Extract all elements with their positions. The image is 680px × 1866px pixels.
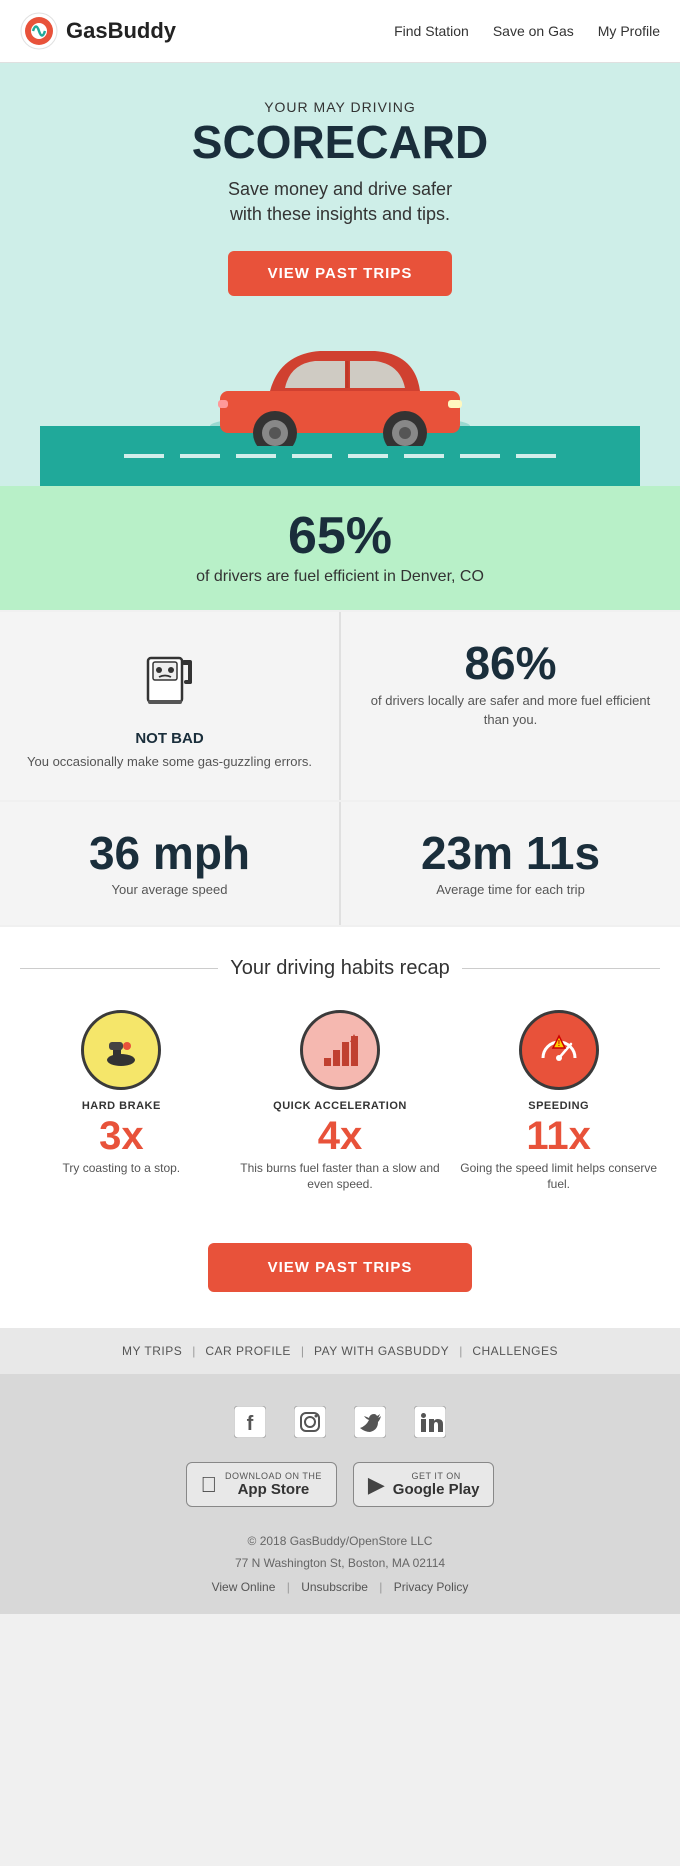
avg-time-value: 23m 11s	[361, 830, 660, 876]
svg-text:!: !	[557, 1039, 560, 1048]
hard-brake-count: 3x	[99, 1116, 144, 1156]
hero-section: YOUR MAY DRIVING SCORECARD Save money an…	[0, 63, 680, 486]
hero-description: Save money and drive saferwith these ins…	[40, 177, 640, 227]
driver-percentage: 86%	[361, 640, 660, 686]
driver-pct-cell: 86% of drivers locally are safer and mor…	[341, 612, 680, 799]
hard-brake-label: HARD BRAKE	[82, 1100, 161, 1112]
avg-speed-value: 36 mph	[20, 830, 319, 876]
nav-find-station[interactable]: Find Station	[394, 23, 469, 39]
nav-my-profile[interactable]: My Profile	[598, 23, 660, 39]
avg-speed-desc: Your average speed	[20, 882, 319, 897]
gas-pump-icon	[20, 640, 319, 722]
speeding-label: SPEEDING	[528, 1100, 589, 1112]
avg-time-cell: 23m 11s Average time for each trip	[341, 802, 680, 925]
speeding-count: 11x	[526, 1116, 591, 1156]
view-past-trips-button-2[interactable]: VIEW PAST TRIPS	[208, 1243, 473, 1292]
habit-speeding: ! SPEEDING 11x Going the speed limit hel…	[457, 1010, 660, 1194]
footer-nav-my-trips[interactable]: MY TRIPS	[122, 1344, 182, 1358]
footer-sep-2: |	[301, 1344, 304, 1358]
app-store-button[interactable]:  Download on the App Store	[186, 1462, 337, 1507]
footer-nav-car-profile[interactable]: CAR PROFILE	[205, 1344, 291, 1358]
footer-nav-pay[interactable]: PAY WITH GASBUDDY	[314, 1344, 449, 1358]
stats-grid-bottom: 36 mph Your average speed 23m 11s Averag…	[0, 802, 680, 925]
linkedin-icon[interactable]	[410, 1402, 450, 1442]
header: GasBuddy Find Station Save on Gas My Pro…	[0, 0, 680, 63]
habits-title: Your driving habits recap	[230, 957, 449, 980]
google-play-button[interactable]: ▶ GET IT ON Google Play	[353, 1462, 495, 1507]
google-play-text: GET IT ON Google Play	[393, 1471, 480, 1498]
habit-quick-accel: QUICK ACCELERATION 4x This burns fuel fa…	[239, 1010, 442, 1194]
svg-text:f: f	[247, 1413, 254, 1435]
view-past-trips-button-1[interactable]: VIEW PAST TRIPS	[228, 251, 453, 296]
habit-hard-brake: HARD BRAKE 3x Try coasting to a stop.	[20, 1010, 223, 1194]
gasbuddy-logo-icon	[20, 12, 58, 50]
footer-social: f 	[0, 1374, 680, 1614]
habits-line-left	[20, 968, 218, 969]
twitter-icon[interactable]	[350, 1402, 390, 1442]
hard-brake-icon	[81, 1010, 161, 1090]
stats-grid-top: NOT BAD You occasionally make some gas-g…	[0, 612, 680, 799]
speeding-desc: Going the speed limit helps conserve fue…	[457, 1160, 660, 1194]
logo-area: GasBuddy	[20, 12, 176, 50]
gas-rating-desc: You occasionally make some gas-guzzling …	[20, 753, 319, 771]
footer-privacy-policy[interactable]: Privacy Policy	[394, 1580, 469, 1594]
avg-speed-cell: 36 mph Your average speed	[0, 802, 339, 925]
gas-rating-cell: NOT BAD You occasionally make some gas-g…	[0, 612, 339, 799]
quick-accel-icon	[300, 1010, 380, 1090]
footer-copyright: © 2018 GasBuddy/OpenStore LLC 77 N Washi…	[20, 1531, 660, 1574]
habits-section: Your driving habits recap HARD BRAKE 3x …	[0, 927, 680, 1224]
road-dashes	[40, 454, 640, 458]
main-nav: Find Station Save on Gas My Profile	[394, 23, 660, 39]
habits-line-right	[462, 968, 660, 969]
nav-save-on-gas[interactable]: Save on Gas	[493, 23, 574, 39]
footer-unsubscribe[interactable]: Unsubscribe	[301, 1580, 368, 1594]
social-icons-row: f	[20, 1402, 660, 1442]
store-buttons-row:  Download on the App Store ▶ GET IT ON …	[20, 1462, 660, 1507]
hero-title: SCORECARD	[40, 119, 640, 165]
quick-accel-label: QUICK ACCELERATION	[273, 1100, 407, 1112]
quick-accel-desc: This burns fuel faster than a slow and e…	[239, 1160, 442, 1194]
instagram-icon[interactable]	[290, 1402, 330, 1442]
hard-brake-desc: Try coasting to a stop.	[63, 1160, 181, 1177]
efficiency-percentage: 65%	[20, 510, 660, 562]
apple-icon: 	[201, 1472, 218, 1498]
play-icon: ▶	[368, 1472, 385, 1498]
app-store-text: Download on the App Store	[225, 1471, 322, 1498]
facebook-icon[interactable]: f	[230, 1402, 270, 1442]
speeding-icon: !	[519, 1010, 599, 1090]
footer-view-online[interactable]: View Online	[212, 1580, 276, 1594]
cta-section: VIEW PAST TRIPS	[0, 1223, 680, 1328]
habits-grid: HARD BRAKE 3x Try coasting to a stop. QU…	[20, 1010, 660, 1194]
efficiency-banner: 65% of drivers are fuel efficient in Den…	[0, 486, 680, 610]
habits-title-row: Your driving habits recap	[20, 957, 660, 980]
quick-accel-count: 4x	[318, 1116, 363, 1156]
gas-rating-label: NOT BAD	[20, 730, 319, 747]
hero-month-label: YOUR MAY DRIVING	[40, 99, 640, 115]
footer-links: View Online | Unsubscribe | Privacy Poli…	[20, 1580, 660, 1594]
logo-text: GasBuddy	[66, 18, 176, 44]
car-illustration	[40, 326, 640, 446]
efficiency-description: of drivers are fuel efficient in Denver,…	[20, 568, 660, 586]
footer-sep-3: |	[459, 1344, 462, 1358]
avg-time-desc: Average time for each trip	[361, 882, 660, 897]
footer-nav-challenges[interactable]: CHALLENGES	[472, 1344, 558, 1358]
footer-nav: MY TRIPS | CAR PROFILE | PAY WITH GASBUD…	[0, 1328, 680, 1374]
driver-percentage-desc: of drivers locally are safer and more fu…	[361, 692, 660, 728]
footer-sep-1: |	[192, 1344, 195, 1358]
